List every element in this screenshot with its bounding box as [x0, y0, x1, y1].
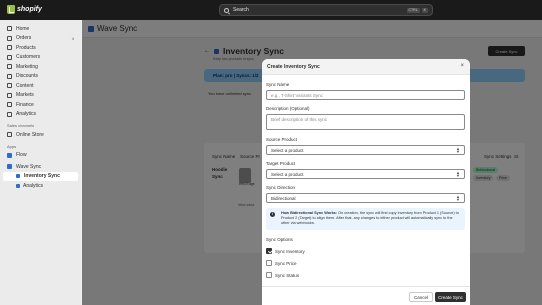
select-chevron-icon: ▲ ▼ [456, 194, 460, 202]
sync-inventory-option[interactable]: Sync Inventory [266, 248, 305, 254]
sync-direction-label: Sync Direction [266, 185, 296, 190]
keyboard-shortcut: CTRL K [406, 7, 428, 13]
create-sync-modal: Create Inventory Sync × Sync Name e.g., … [262, 59, 470, 305]
modal-footer: Cancel Create Sync [262, 286, 470, 305]
info-heading: How Bidirectional Sync Works: [281, 211, 338, 215]
target-product-select[interactable]: Select a product ▲ ▼ [266, 169, 465, 179]
sync-status-checkbox[interactable] [266, 272, 272, 278]
create-sync-submit-button[interactable]: Create Sync [435, 292, 466, 302]
sync-options-label: Sync Options [266, 237, 293, 242]
bidirectional-info-box: i How Bidirectional Sync Works: On creat… [266, 208, 465, 230]
description-textarea[interactable]: Brief description of this sync [266, 114, 465, 130]
shortcut-key: K [421, 7, 428, 13]
search-icon [224, 7, 229, 13]
sync-inventory-checkbox[interactable] [266, 248, 272, 254]
modal-title: Create Inventory Sync [267, 63, 320, 70]
sync-direction-select[interactable]: Bidirectional ▲ ▼ [266, 193, 465, 203]
source-product-label: Source Product [266, 137, 298, 142]
search-label: Search [233, 7, 249, 13]
option-label: Sync Price [275, 260, 297, 266]
close-icon[interactable]: × [460, 63, 464, 69]
shortcut-key: CTRL [406, 7, 420, 13]
select-value: Select a product [271, 147, 304, 153]
shopify-bag-icon [7, 5, 15, 14]
sync-price-checkbox[interactable] [266, 260, 272, 266]
select-value: Select a product [271, 171, 304, 177]
select-value: Bidirectional [271, 195, 296, 201]
option-label: Sync Status [275, 272, 300, 278]
sync-name-input[interactable]: e.g., T-Shirt Variants Sync [266, 90, 465, 100]
top-bar: shopify Search CTRL K [0, 0, 542, 20]
sync-price-option[interactable]: Sync Price [266, 260, 297, 266]
shopify-logo[interactable]: shopify [7, 5, 42, 14]
target-product-label: Target Product [266, 161, 296, 166]
sync-status-option[interactable]: Sync Status [266, 272, 299, 278]
option-label: Sync Inventory [275, 248, 305, 254]
cancel-button[interactable]: Cancel [409, 292, 433, 302]
select-chevron-icon: ▲ ▼ [456, 146, 460, 154]
source-product-select[interactable]: Select a product ▲ ▼ [266, 145, 465, 155]
sync-name-label: Sync Name [266, 82, 290, 87]
info-icon: i [270, 212, 275, 217]
select-chevron-icon: ▲ ▼ [456, 170, 460, 178]
brand-name: shopify [17, 6, 42, 13]
modal-header: Create Inventory Sync × [262, 59, 470, 75]
search-bar[interactable]: Search CTRL K [219, 4, 433, 16]
description-label: Description (Optional) [266, 106, 310, 111]
